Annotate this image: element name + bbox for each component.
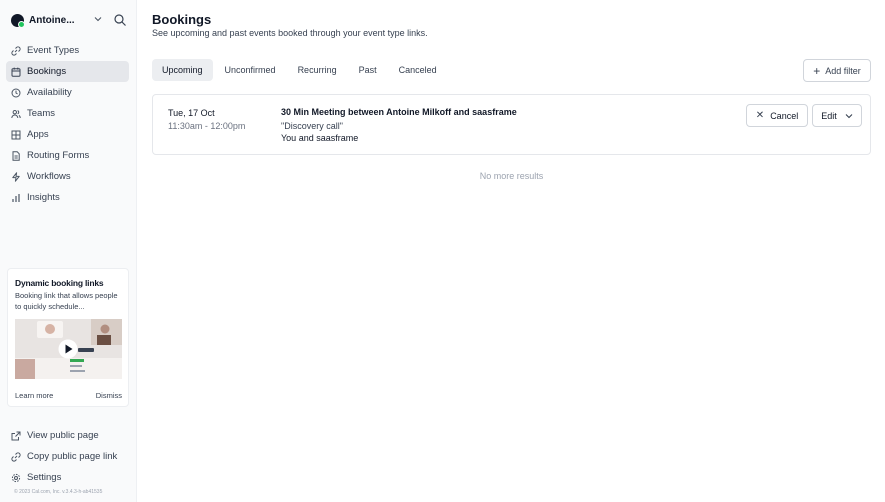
nav-label: Workflows: [27, 171, 71, 182]
nav-label: View public page: [27, 430, 99, 441]
booking-description: "Discovery call": [281, 121, 343, 131]
cancel-booking-button[interactable]: ✕ Cancel: [746, 104, 808, 127]
gear-icon: [11, 473, 21, 482]
booking-tabs: Upcoming Unconfirmed Recurring Past Canc…: [152, 59, 449, 81]
nav-label: Insights: [27, 192, 60, 203]
users-icon: [11, 109, 21, 118]
plus-icon: +: [813, 63, 821, 78]
learn-more-link[interactable]: Learn more: [15, 391, 53, 400]
chevron-down-icon: [845, 113, 853, 118]
file-text-icon: [12, 150, 20, 161]
clock-icon: [11, 88, 21, 97]
nav-label: Settings: [27, 472, 62, 483]
grid-icon: [11, 130, 21, 139]
nav-label: Event Types: [27, 45, 80, 56]
nav-label: Routing Forms: [27, 150, 90, 161]
promo-title: Dynamic booking links: [15, 278, 104, 288]
booking-attendees: You and saasframe: [281, 133, 359, 143]
copy-icon: [11, 451, 21, 462]
nav-item-view-public-page[interactable]: View public page: [6, 425, 129, 446]
bar-chart-icon: [12, 193, 20, 202]
nav-item-copy-public-link[interactable]: Copy public page link: [6, 446, 129, 467]
video-caption-image: [78, 348, 94, 352]
booking-list-item[interactable]: Tue, 17 Oct 11:30am - 12:00pm 30 Min Mee…: [152, 94, 871, 155]
bottom-nav: View public page Copy public page link S…: [6, 425, 129, 488]
add-filter-button[interactable]: + Add filter: [803, 59, 871, 82]
nav-item-workflows[interactable]: Workflows: [6, 166, 129, 187]
promo-video-thumbnail[interactable]: [15, 319, 122, 379]
zap-icon: [12, 171, 20, 182]
promo-actions: Learn more Dismiss: [15, 391, 122, 400]
promo-description: Booking link that allows people to quick…: [15, 291, 118, 311]
copyright: © 2023 Cal.com, Inc. v.3.4.3-h-ab41535: [14, 489, 103, 495]
main-content: Bookings See upcoming and past events bo…: [137, 0, 885, 502]
nav-item-teams[interactable]: Teams: [6, 103, 129, 124]
user-menu[interactable]: Antoine...: [11, 11, 129, 29]
nav-label: Teams: [27, 108, 55, 119]
close-icon: ✕: [755, 110, 765, 121]
tab-past[interactable]: Past: [349, 59, 387, 81]
no-more-results: No more results: [479, 171, 544, 181]
tab-unconfirmed[interactable]: Unconfirmed: [215, 59, 286, 81]
nav-item-bookings[interactable]: Bookings: [6, 61, 129, 82]
main-nav: Event Types Bookings Availability Teams …: [6, 40, 129, 208]
page-title: Bookings: [152, 12, 212, 27]
chevron-down-icon: [94, 17, 102, 22]
nav-item-settings[interactable]: Settings: [6, 467, 129, 488]
nav-label: Apps: [27, 129, 49, 140]
nav-label: Bookings: [27, 66, 67, 77]
search-icon[interactable]: [113, 13, 127, 27]
external-link-icon: [11, 431, 21, 440]
dismiss-button[interactable]: Dismiss: [96, 391, 122, 400]
tab-recurring[interactable]: Recurring: [288, 59, 347, 81]
edit-booking-button[interactable]: Edit: [812, 104, 862, 127]
tab-canceled[interactable]: Canceled: [389, 59, 447, 81]
page-subtitle: See upcoming and past events booked thro…: [152, 28, 428, 38]
promo-card: Dynamic booking links Booking link that …: [7, 268, 129, 407]
booking-date: Tue, 17 Oct: [168, 108, 215, 118]
edit-label: Edit: [821, 110, 837, 121]
nav-item-routing-forms[interactable]: Routing Forms: [6, 145, 129, 166]
nav-item-apps[interactable]: Apps: [6, 124, 129, 145]
avatar: [11, 13, 25, 28]
tab-upcoming[interactable]: Upcoming: [152, 59, 213, 81]
sidebar: Antoine... Event Types Bookings Availabi…: [0, 0, 137, 502]
link-icon: [11, 45, 21, 56]
nav-label: Copy public page link: [27, 451, 118, 462]
nav-label: Availability: [27, 87, 72, 98]
cancel-label: Cancel: [770, 110, 799, 121]
play-icon[interactable]: [58, 339, 78, 359]
calendar-icon: [11, 67, 21, 77]
nav-item-event-types[interactable]: Event Types: [6, 40, 129, 61]
nav-item-insights[interactable]: Insights: [6, 187, 129, 208]
nav-item-availability[interactable]: Availability: [6, 82, 129, 103]
booking-time: 11:30am - 12:00pm: [168, 121, 246, 131]
add-filter-label: Add filter: [825, 65, 861, 76]
booking-title: 30 Min Meeting between Antoine Milkoff a…: [281, 107, 517, 117]
user-name: Antoine...: [29, 14, 75, 26]
